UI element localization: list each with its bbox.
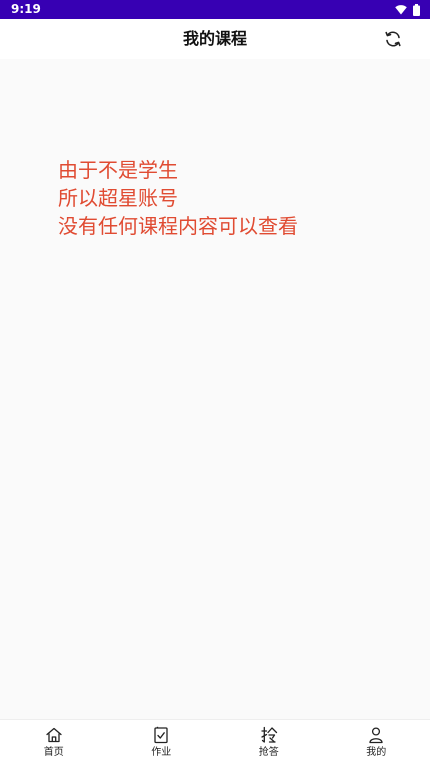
- page-title: 我的课程: [182, 29, 247, 48]
- message-line-1: 由于不是学生: [58, 158, 178, 182]
- nav-item-profile[interactable]: 我的: [323, 720, 430, 766]
- app-bar: 我的课程: [0, 19, 430, 59]
- status-time: 9:19: [11, 2, 41, 16]
- status-icons: [395, 3, 420, 16]
- home-icon: [46, 727, 62, 743]
- message-line-2: 所以超星账号: [58, 186, 178, 210]
- nav-item-quick-answer[interactable]: 抢答: [215, 720, 323, 766]
- bottom-nav: 首页 作业 抢答 我的: [0, 719, 430, 766]
- status-bar: 9:19: [0, 0, 430, 19]
- screen: 9:19 我的课程 由于不是学生 所以超星账号 没有任何课程内容可以查看 首页 …: [0, 0, 430, 766]
- nav-label-home: 首页: [43, 747, 64, 758]
- message-line-3: 没有任何课程内容可以查看: [58, 214, 298, 238]
- nav-item-home[interactable]: 首页: [0, 720, 108, 766]
- quick-answer-icon: [261, 726, 277, 743]
- wifi-icon: [395, 5, 407, 15]
- homework-icon: [154, 726, 168, 744]
- nav-label-homework: 作业: [151, 747, 172, 758]
- nav-item-homework[interactable]: 作业: [108, 720, 216, 766]
- nav-label-profile: 我的: [366, 747, 387, 758]
- refresh-icon: [385, 31, 401, 47]
- profile-icon: [369, 727, 383, 744]
- nav-label-quick-answer: 抢答: [258, 747, 279, 758]
- no-course-message: 由于不是学生 所以超星账号 没有任何课程内容可以查看: [58, 156, 298, 240]
- battery-icon: [413, 3, 420, 16]
- refresh-button[interactable]: [383, 29, 403, 49]
